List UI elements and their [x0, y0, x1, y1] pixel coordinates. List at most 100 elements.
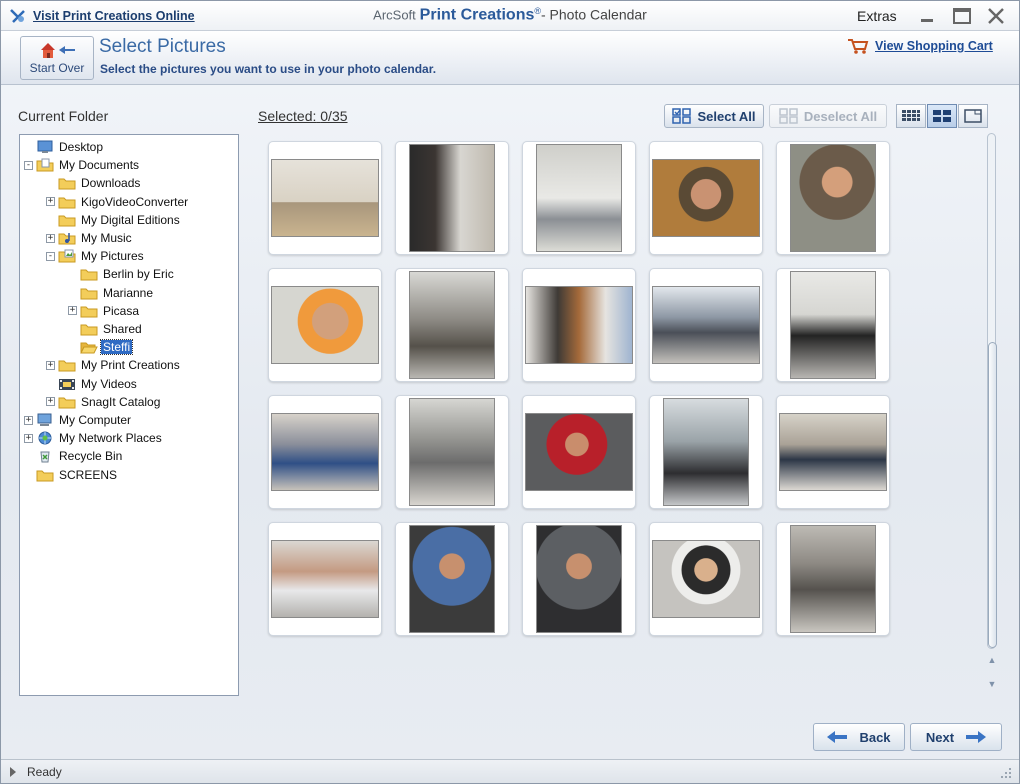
folder-icon	[58, 176, 76, 190]
expand-toggle-icon[interactable]: +	[24, 415, 33, 425]
folder-node-my-computer[interactable]: + My Computer	[24, 411, 133, 429]
status-expand-icon[interactable]	[10, 767, 16, 777]
folder-icon	[80, 304, 98, 318]
next-arrow-icon	[966, 731, 987, 743]
photo-grid-scrollbar[interactable]: ▲ ▼	[984, 131, 998, 701]
folder-node-desktop[interactable]: Desktop	[24, 138, 105, 156]
expand-toggle-icon[interactable]: +	[46, 197, 55, 207]
photo-thumbnail[interactable]	[649, 268, 763, 382]
brand-prefix: ArcSoft	[373, 7, 416, 23]
minimize-button[interactable]	[915, 5, 939, 27]
extras-menu[interactable]: Extras	[857, 8, 897, 24]
photo-image	[536, 144, 622, 252]
photo-thumbnail[interactable]	[268, 395, 382, 509]
expand-toggle-icon[interactable]: +	[46, 233, 55, 243]
close-button[interactable]	[984, 5, 1008, 27]
folder-icon	[80, 267, 98, 281]
status-text: Ready	[27, 765, 62, 779]
photo-thumbnail[interactable]	[395, 141, 509, 255]
scroll-thumb[interactable]	[988, 342, 997, 648]
expand-toggle-icon[interactable]: +	[24, 433, 33, 443]
select-all-label: Select All	[697, 108, 756, 124]
view-shopping-cart-label: View Shopping Cart	[875, 39, 993, 53]
folder-icon	[58, 395, 76, 409]
folder-node-label: SnagIt Catalog	[81, 394, 161, 409]
folder-tree[interactable]: Desktop - My Documents Downloads + KigoVideoC…	[19, 134, 239, 696]
folder-node-downloads[interactable]: Downloads	[46, 174, 142, 192]
expand-toggle-icon[interactable]: +	[46, 360, 55, 370]
folder-node-my-music[interactable]: + My Music	[46, 229, 134, 247]
deselect-all-icon	[779, 108, 798, 124]
back-button[interactable]: Back	[813, 723, 905, 751]
folder-node-label: Recycle Bin	[59, 449, 123, 464]
photo-thumbnail[interactable]	[395, 268, 509, 382]
photo-thumbnail[interactable]	[522, 141, 636, 255]
photo-thumbnail[interactable]	[776, 141, 890, 255]
folder-node-picasa[interactable]: + Picasa	[68, 302, 141, 320]
medium-grid-icon	[933, 110, 951, 122]
deselect-all-label: Deselect All	[803, 108, 878, 124]
photo-thumbnail[interactable]	[776, 522, 890, 636]
single-preview-icon	[964, 109, 982, 123]
photo-thumbnail[interactable]	[649, 141, 763, 255]
scroll-down-arrow-icon[interactable]: ▼	[987, 679, 997, 689]
folder-node-snagit-catalog[interactable]: + SnagIt Catalog	[46, 393, 162, 411]
expand-toggle-icon[interactable]: +	[46, 397, 55, 407]
photo-thumbnail[interactable]	[268, 141, 382, 255]
folder-node-screens[interactable]: SCREENS	[24, 466, 119, 484]
folder-node-berlin-by-eric[interactable]: Berlin by Eric	[68, 265, 176, 283]
folder-node-recycle-bin[interactable]: Recycle Bin	[24, 447, 124, 465]
folder-node-my-pictures[interactable]: - My Pictures	[46, 247, 146, 265]
photo-thumbnail[interactable]	[776, 395, 890, 509]
folder-node-marianne[interactable]: Marianne	[68, 284, 155, 302]
folder-node-my-documents[interactable]: - My Documents	[24, 156, 141, 174]
photo-thumbnail[interactable]	[522, 268, 636, 382]
folder-node-my-network-places[interactable]: + My Network Places	[24, 429, 164, 447]
scroll-track[interactable]	[987, 133, 997, 649]
photo-thumbnail[interactable]	[395, 522, 509, 636]
folder-node-my-print-creations[interactable]: + My Print Creations	[46, 356, 182, 374]
view-shopping-cart-link[interactable]: View Shopping Cart	[847, 37, 993, 55]
next-button[interactable]: Next	[910, 723, 1002, 751]
medium-thumbnails-view-button[interactable]	[927, 104, 957, 128]
photo-grid	[249, 131, 999, 691]
resize-grip-icon[interactable]	[999, 766, 1013, 780]
photo-thumbnail[interactable]	[776, 268, 890, 382]
folder-node-kigovideoconverter[interactable]: + KigoVideoConverter	[46, 193, 190, 211]
collapse-toggle-icon[interactable]: -	[46, 251, 55, 261]
selected-label: Selected:	[258, 108, 317, 124]
deselect-all-button[interactable]: Deselect All	[769, 104, 887, 128]
collapse-toggle-icon[interactable]: -	[24, 160, 33, 170]
start-over-button[interactable]: Start Over	[20, 36, 94, 80]
folder-icon	[80, 286, 98, 300]
photo-image	[779, 413, 887, 491]
folder-node-label: My Pictures	[81, 249, 144, 264]
brand-name: Print Creations	[419, 6, 535, 24]
large-preview-view-button[interactable]	[958, 104, 988, 128]
photo-thumbnail[interactable]	[395, 395, 509, 509]
folder-node-my-digital-editions[interactable]: My Digital Editions	[46, 211, 182, 229]
expand-toggle-icon[interactable]: +	[68, 306, 77, 316]
photo-thumbnail[interactable]	[268, 522, 382, 636]
folder-node-my-videos[interactable]: My Videos	[46, 375, 139, 393]
folder-icon	[58, 195, 76, 209]
photo-image	[536, 525, 622, 633]
maximize-button[interactable]	[950, 5, 974, 27]
status-bar: Ready	[1, 759, 1019, 783]
photo-image	[652, 540, 760, 618]
folder-node-label: My Music	[81, 231, 132, 245]
small-thumbnails-view-button[interactable]	[896, 104, 926, 128]
video-folder-icon	[58, 377, 76, 391]
photo-thumbnail[interactable]	[649, 395, 763, 509]
photo-thumbnail[interactable]	[268, 268, 382, 382]
folder-node-steffi[interactable]: Steffi	[68, 338, 134, 356]
open-folder-icon	[80, 340, 98, 354]
scroll-up-arrow-icon[interactable]: ▲	[987, 655, 997, 665]
select-all-button[interactable]: Select All	[664, 104, 764, 128]
photo-thumbnail[interactable]	[522, 395, 636, 509]
photo-thumbnail[interactable]	[649, 522, 763, 636]
folder-node-shared[interactable]: Shared	[68, 320, 144, 338]
app-window: Visit Print Creations Online ArcSoft Pri…	[0, 0, 1020, 784]
photo-thumbnail[interactable]	[522, 522, 636, 636]
folder-icon	[58, 358, 76, 372]
